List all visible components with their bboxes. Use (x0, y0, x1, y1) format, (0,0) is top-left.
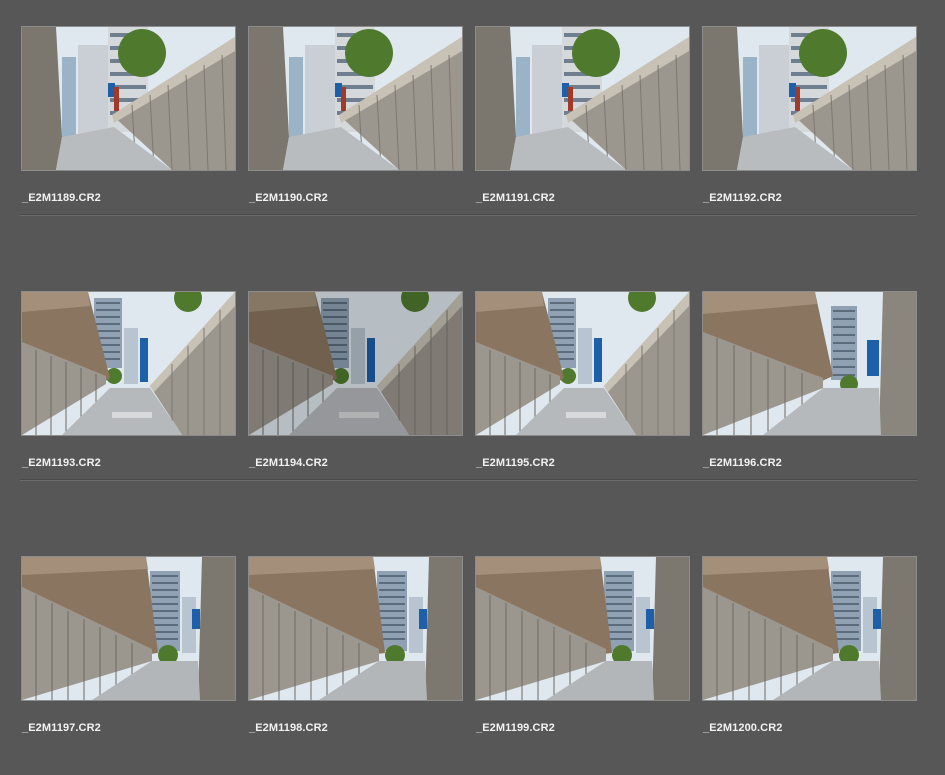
thumbnail-cell[interactable]: _E2M1191.CR2 (475, 26, 690, 226)
thumbnail-image[interactable] (21, 291, 236, 436)
thumbnail-image[interactable] (475, 26, 690, 171)
thumbnail-row: _E2M1189.CR2 _E2M1190.CR2 _E2M1191.CR2 _E2M… (0, 0, 945, 265)
thumbnail-image[interactable] (475, 556, 690, 701)
thumbnail-cell[interactable]: _E2M1190.CR2 (248, 26, 463, 226)
row-divider (20, 214, 917, 216)
thumbnail-cell[interactable]: _E2M1198.CR2 (248, 556, 463, 756)
thumbnail-cell[interactable]: _E2M1194.CR2 (248, 291, 463, 491)
thumbnail-cell[interactable]: _E2M1197.CR2 (21, 556, 236, 756)
thumbnail-image[interactable] (21, 26, 236, 171)
thumbnail-image[interactable] (702, 26, 917, 171)
thumbnail-filename[interactable]: _E2M1195.CR2 (476, 457, 555, 469)
thumbnail-filename[interactable]: _E2M1194.CR2 (249, 457, 328, 469)
thumbnail-image[interactable] (702, 291, 917, 436)
thumbnail-image[interactable] (248, 291, 463, 436)
thumbnail-cell[interactable]: _E2M1199.CR2 (475, 556, 690, 756)
thumbnail-filename[interactable]: _E2M1197.CR2 (22, 722, 101, 734)
thumbnail-cell[interactable]: _E2M1200.CR2 (702, 556, 917, 756)
thumbnail-image[interactable] (248, 26, 463, 171)
thumbnail-filename[interactable]: _E2M1199.CR2 (476, 722, 555, 734)
thumbnail-row: _E2M1193.CR2 _E2M1194.CR2 _E2M1195.CR2 _E2M… (0, 265, 945, 530)
thumbnail-filename[interactable]: _E2M1192.CR2 (703, 192, 782, 204)
thumbnail-filename[interactable]: _E2M1198.CR2 (249, 722, 328, 734)
thumbnail-grid: _E2M1189.CR2 _E2M1190.CR2 _E2M1191.CR2 _E2M… (0, 0, 945, 775)
thumbnail-cell[interactable]: _E2M1196.CR2 (702, 291, 917, 491)
thumbnail-filename[interactable]: _E2M1193.CR2 (22, 457, 101, 469)
row-divider (20, 479, 917, 481)
thumbnail-cell[interactable]: _E2M1189.CR2 (21, 26, 236, 226)
thumbnail-filename[interactable]: _E2M1190.CR2 (249, 192, 328, 204)
thumbnail-cell[interactable]: _E2M1195.CR2 (475, 291, 690, 491)
thumbnail-filename[interactable]: _E2M1191.CR2 (476, 192, 555, 204)
thumbnail-filename[interactable]: _E2M1196.CR2 (703, 457, 782, 469)
thumbnail-image[interactable] (702, 556, 917, 701)
thumbnail-image[interactable] (475, 291, 690, 436)
thumbnail-image[interactable] (21, 556, 236, 701)
thumbnail-row: _E2M1197.CR2 _E2M1198.CR2 _E2M1199.CR2 _E2M… (0, 530, 945, 775)
thumbnail-cell[interactable]: _E2M1192.CR2 (702, 26, 917, 226)
thumbnail-image[interactable] (248, 556, 463, 701)
thumbnail-cell[interactable]: _E2M1193.CR2 (21, 291, 236, 491)
thumbnail-filename[interactable]: _E2M1200.CR2 (703, 722, 782, 734)
thumbnail-filename[interactable]: _E2M1189.CR2 (22, 192, 101, 204)
